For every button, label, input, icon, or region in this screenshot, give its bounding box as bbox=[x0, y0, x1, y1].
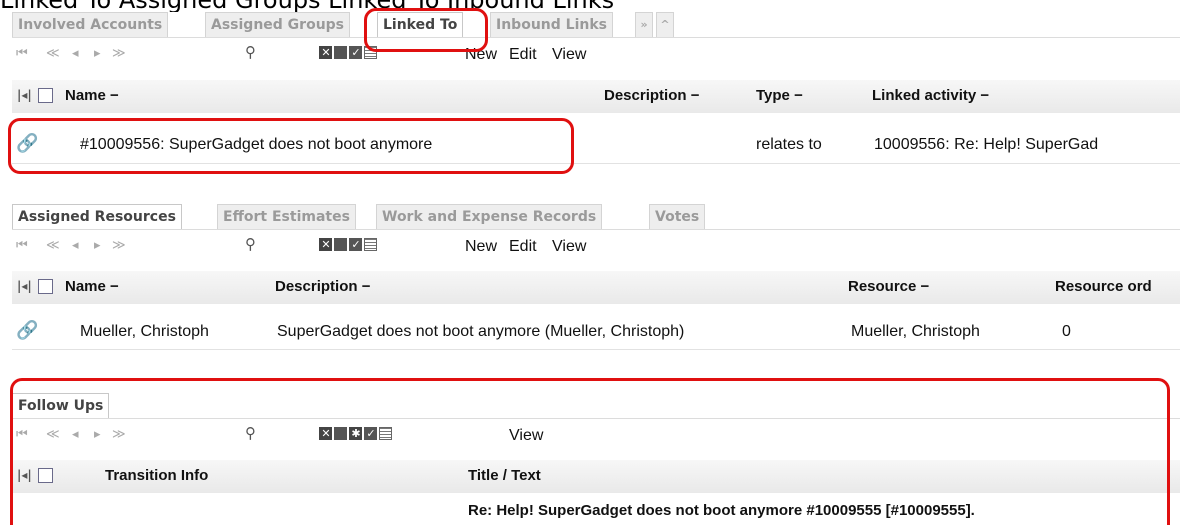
highlight-linked-to-tab bbox=[364, 8, 488, 52]
col-linked-activity[interactable]: Linked activity − bbox=[872, 87, 989, 104]
row-resource-order: 0 bbox=[1062, 323, 1071, 340]
col-description[interactable]: Description − bbox=[604, 87, 699, 104]
search-icon[interactable]: ⚲ bbox=[245, 43, 256, 61]
top-cut-off-text: Linked To Assigned Groups Linked To Inbo… bbox=[0, 0, 1180, 12]
panel2-header-row: |◂| Name − Description − Resource − Reso… bbox=[12, 271, 1180, 304]
next-icon[interactable]: ▸ bbox=[94, 238, 100, 253]
row-linked-activity[interactable]: 10009556: Re: Help! SuperGad bbox=[874, 136, 1098, 154]
edit-button[interactable]: Edit bbox=[509, 238, 537, 256]
tab-work-expense-records[interactable]: Work and Expense Records bbox=[376, 204, 603, 229]
select-all-checkbox[interactable] bbox=[38, 88, 53, 103]
prev-icon[interactable]: ◂ bbox=[72, 238, 78, 253]
column-chooser-icon[interactable]: |◂| bbox=[17, 88, 32, 102]
row-type: relates to bbox=[756, 136, 822, 153]
tab-scroll-right-icon[interactable]: » bbox=[635, 12, 653, 37]
new-button[interactable]: New bbox=[465, 238, 497, 256]
col-resource-order[interactable]: Resource ord bbox=[1055, 278, 1152, 295]
select-all-checkbox[interactable] bbox=[38, 279, 53, 294]
col-description[interactable]: Description − bbox=[275, 278, 370, 295]
panel2-toolbar: ⏮ ≪ ◂ ▸ ≫ ⚲ ✕ ✓ New Edit View bbox=[12, 232, 1180, 266]
prev-fast-icon[interactable]: ≪ bbox=[46, 238, 60, 253]
edit-button[interactable]: Edit bbox=[509, 46, 537, 64]
highlight-follow-ups-panel bbox=[10, 378, 1170, 525]
first-page-icon[interactable]: ⏮ bbox=[16, 238, 28, 253]
prev-fast-icon[interactable]: ≪ bbox=[46, 46, 60, 61]
tab-collapse-icon[interactable]: ^ bbox=[656, 12, 674, 37]
highlight-linked-row bbox=[8, 118, 574, 174]
tab-votes[interactable]: Votes bbox=[649, 204, 706, 229]
tab-assigned-groups[interactable]: Assigned Groups bbox=[205, 12, 351, 37]
next-icon[interactable]: ▸ bbox=[94, 46, 100, 61]
tab-assigned-resources[interactable]: Assigned Resources bbox=[12, 204, 182, 229]
tab-inbound-links[interactable]: Inbound Links bbox=[490, 12, 613, 37]
last-page-icon[interactable]: ≫ bbox=[112, 46, 126, 61]
tab-underline bbox=[12, 229, 1180, 230]
row-name[interactable]: Mueller, Christoph bbox=[80, 323, 209, 341]
col-name[interactable]: Name − bbox=[65, 87, 119, 104]
row-resource: Mueller, Christoph bbox=[851, 323, 980, 340]
search-icon[interactable]: ⚲ bbox=[245, 235, 256, 253]
tab-effort-estimates[interactable]: Effort Estimates bbox=[217, 204, 356, 229]
row-description: SuperGadget does not boot anymore (Muell… bbox=[277, 323, 685, 340]
link-clip-icon: 🔗 bbox=[16, 320, 39, 341]
col-name[interactable]: Name − bbox=[65, 278, 119, 295]
first-page-icon[interactable]: ⏮ bbox=[16, 46, 28, 61]
col-resource[interactable]: Resource − bbox=[848, 278, 929, 295]
grid-tools-icons[interactable]: ✕ ✓ bbox=[319, 237, 379, 252]
panel1-header-row: |◂| Name − Description − Type − Linked a… bbox=[12, 80, 1180, 113]
view-button[interactable]: View bbox=[552, 238, 586, 256]
table-row[interactable]: 🔗 Mueller, Christoph SuperGadget does no… bbox=[12, 316, 1180, 349]
column-chooser-icon[interactable]: |◂| bbox=[17, 279, 32, 293]
panel1-toolbar: ⏮ ≪ ◂ ▸ ≫ ⚲ ✕ ✓ New Edit View bbox=[12, 40, 1180, 74]
tab-involved-accounts[interactable]: Involved Accounts bbox=[12, 12, 169, 37]
tab-underline bbox=[12, 37, 1180, 38]
prev-icon[interactable]: ◂ bbox=[72, 46, 78, 61]
row-divider bbox=[12, 349, 1180, 350]
last-page-icon[interactable]: ≫ bbox=[112, 238, 126, 253]
col-type[interactable]: Type − bbox=[756, 87, 803, 104]
view-button[interactable]: View bbox=[552, 46, 586, 64]
